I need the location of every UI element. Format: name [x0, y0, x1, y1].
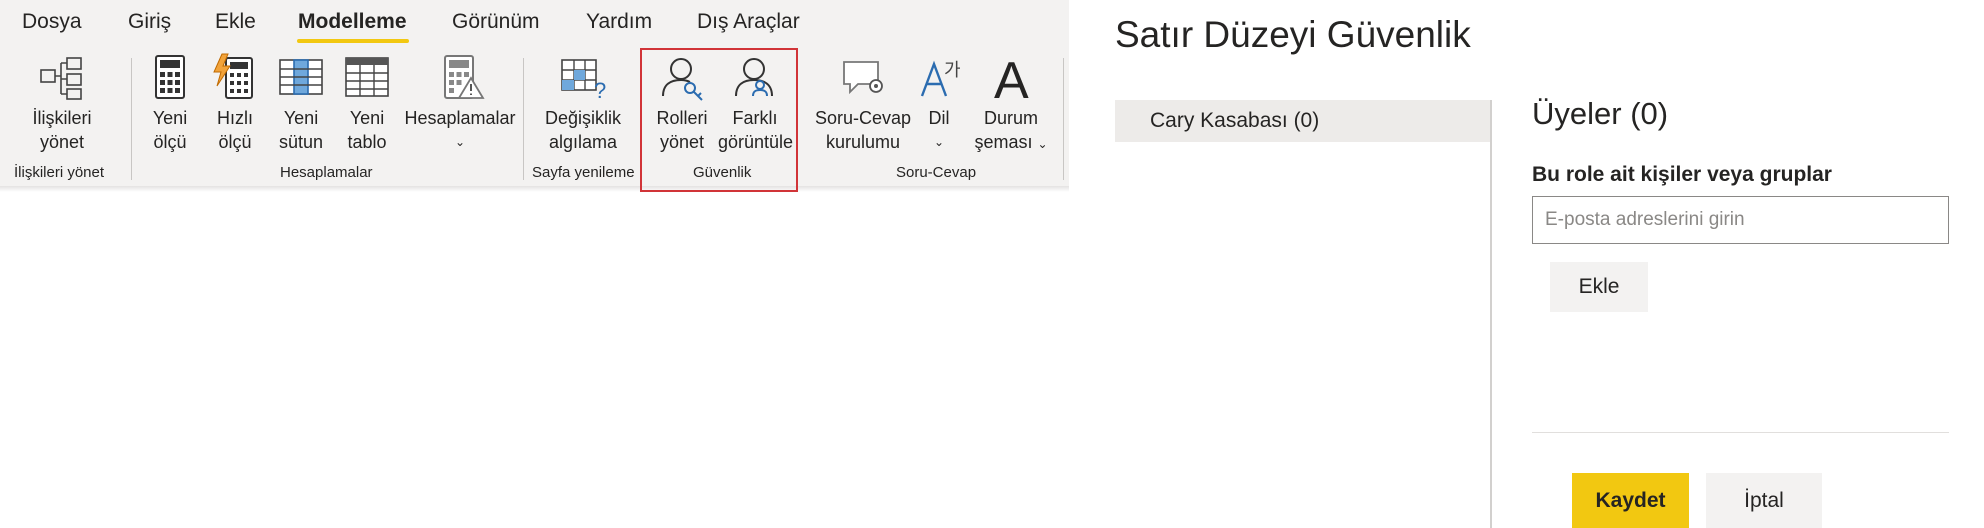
new-measure-label-1: Yeni	[152, 108, 188, 128]
linguistic-schema-label-1: Durum	[983, 108, 1038, 128]
tab-dosya[interactable]: Dosya	[22, 10, 82, 34]
active-tab-underline	[297, 39, 409, 43]
new-column-label-1: Yeni	[283, 108, 319, 128]
quick-measure-label-2: ölçü	[218, 132, 252, 152]
footer-divider	[1532, 432, 1949, 433]
new-table-button[interactable]: Yeni tablo	[340, 52, 394, 154]
panel-divider	[1490, 100, 1492, 528]
svg-text:A: A	[994, 52, 1029, 102]
group-label-relationships: İlişkileri yönet	[14, 164, 105, 181]
group-separator	[1063, 58, 1064, 180]
manage-relationships-label-1: İlişkileri	[32, 108, 92, 128]
language-button[interactable]: 가 Dil ⌄	[916, 52, 962, 154]
members-title: Üyeler (0)	[1532, 96, 1669, 131]
tab-gorunum[interactable]: Görünüm	[452, 10, 540, 34]
security-group-highlight	[640, 48, 798, 192]
email-input[interactable]	[1532, 196, 1949, 244]
cancel-button[interactable]: İptal	[1706, 473, 1822, 528]
tab-yardim[interactable]: Yardım	[586, 10, 652, 34]
calculator-icon	[155, 55, 185, 99]
chevron-down-icon: ⌄	[1037, 137, 1048, 151]
tab-ekle[interactable]: Ekle	[215, 10, 256, 34]
group-separator	[131, 58, 132, 180]
linguistic-schema-label-2: şeması ⌄	[968, 130, 1054, 156]
new-table-icon	[345, 57, 389, 97]
change-detection-label-1: Değişiklik	[544, 108, 622, 128]
calculations-button[interactable]: Hesaplamalar ⌄	[402, 52, 518, 154]
new-column-button[interactable]: Yeni sütun	[274, 52, 328, 154]
ribbon-shadow	[0, 186, 1069, 192]
new-measure-button[interactable]: Yeni ölçü	[145, 52, 195, 154]
qa-setup-label-2: kurulumu	[825, 132, 901, 152]
role-label: Cary Kasabası (0)	[1150, 109, 1320, 132]
language-icon: 가	[920, 60, 961, 97]
tab-modelleme[interactable]: Modelleme	[298, 10, 407, 34]
group-label-calculations: Hesaplamalar	[280, 164, 373, 181]
relationships-icon	[40, 57, 82, 100]
change-detection-button[interactable]: ? Değişiklik algılama	[538, 52, 628, 154]
tab-giris[interactable]: Giriş	[128, 10, 171, 34]
new-table-label-2: tablo	[347, 132, 387, 152]
members-subtitle: Bu role ait kişiler veya gruplar	[1532, 163, 1832, 186]
quick-measure-button[interactable]: Hızlı ölçü	[210, 52, 260, 154]
chevron-down-icon: ⌄	[933, 135, 945, 149]
chevron-down-icon: ⌄	[454, 135, 466, 149]
calculations-label: Hesaplamalar	[404, 108, 516, 128]
change-detection-label-2: algılama	[548, 132, 618, 152]
dialog-title: Satır Düzeyi Güvenlik	[1115, 14, 1471, 55]
svg-text:가: 가	[944, 60, 961, 81]
svg-text:?: ?	[594, 78, 606, 102]
quick-measure-icon	[213, 53, 253, 99]
group-label-page-refresh: Sayfa yenileme	[532, 164, 635, 181]
group-separator	[523, 58, 524, 180]
language-label: Dil	[928, 108, 950, 128]
new-column-label-2: sütun	[278, 132, 324, 152]
manage-relationships-button[interactable]: İlişkileri yönet	[22, 52, 102, 154]
linguistic-schema-label-text: şeması	[974, 132, 1033, 152]
add-button[interactable]: Ekle	[1550, 262, 1648, 312]
linguistic-schema-icon: A	[994, 52, 1029, 102]
save-button[interactable]: Kaydet	[1572, 473, 1689, 528]
new-table-label-1: Yeni	[349, 108, 385, 128]
linguistic-schema-button[interactable]: A Durum şeması ⌄	[968, 52, 1054, 156]
manage-relationships-label-2: yönet	[39, 132, 85, 152]
new-column-icon	[279, 59, 323, 95]
quick-measure-label-1: Hızlı	[217, 108, 253, 128]
qa-setup-label-1: Soru-Cevap	[814, 108, 912, 128]
qa-setup-button[interactable]: Soru-Cevap kurulumu	[813, 52, 913, 154]
change-detection-icon: ?	[561, 59, 606, 102]
new-measure-label-2: ölçü	[153, 132, 187, 152]
calculation-icon	[444, 55, 485, 99]
tab-dis-araclar[interactable]: Dış Araçlar	[697, 10, 800, 34]
group-label-qa: Soru-Cevap	[896, 164, 977, 181]
qa-icon	[843, 61, 883, 95]
